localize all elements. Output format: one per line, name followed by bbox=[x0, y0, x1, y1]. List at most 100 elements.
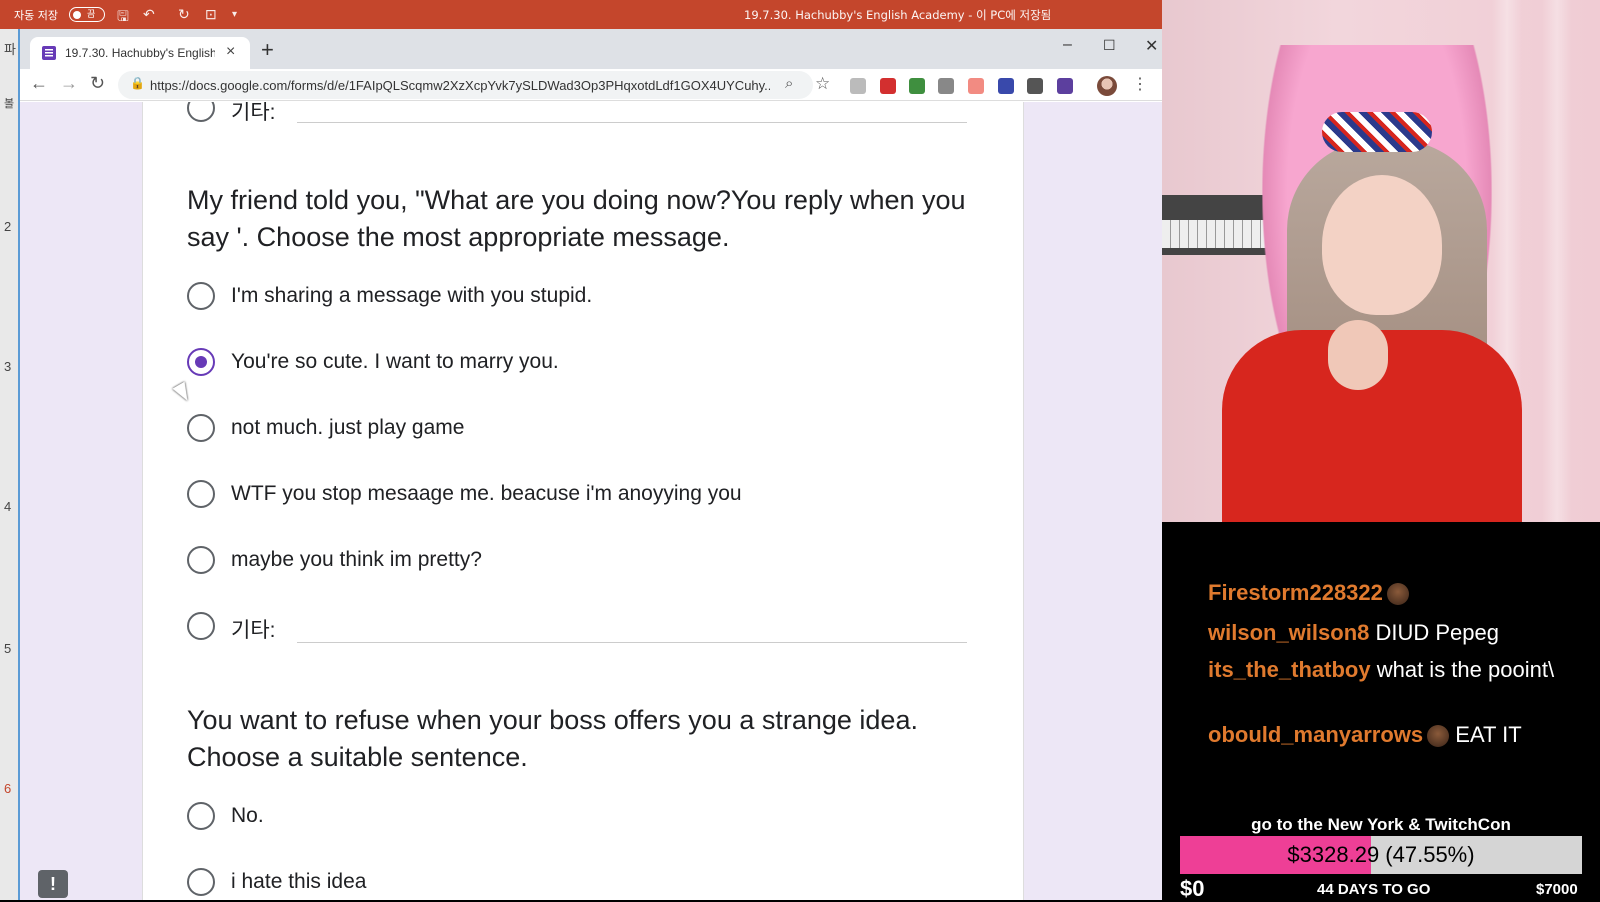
maximize-icon[interactable]: ☐ bbox=[1103, 37, 1116, 54]
url-text[interactable]: https://docs.google.com/forms/d/e/1FAIpQ… bbox=[150, 78, 770, 93]
star-icon[interactable]: ☆ bbox=[815, 74, 830, 94]
extension-icon[interactable] bbox=[850, 78, 866, 94]
question-title: You want to refuse when your boss offers… bbox=[187, 705, 918, 772]
option-label[interactable]: You're so cute. I want to marry you. bbox=[231, 350, 559, 374]
ruler-number: 5 bbox=[4, 641, 12, 656]
extension-icon[interactable] bbox=[968, 78, 984, 94]
reload-icon[interactable]: ↻ bbox=[90, 73, 105, 94]
streamer-hand bbox=[1328, 320, 1388, 390]
tab-strip: 19.7.30. Hachubby's English Academy × + … bbox=[20, 29, 1162, 69]
chat-message: its_the_thatboy what is the pooint\ bbox=[1208, 656, 1588, 684]
redo-icon[interactable]: ↻ bbox=[178, 6, 190, 23]
piano-keys bbox=[1162, 220, 1272, 248]
goal-title: go to the New York & TwitchCon bbox=[1251, 815, 1511, 834]
form-page: 기타: My friend told you, "What are you do… bbox=[20, 102, 1162, 900]
stream-overlay: Firestorm228322 wilson_wilson8 DIUD Pepe… bbox=[1162, 0, 1600, 901]
left-screen: 자동 저장 끔 🖫 ↶ ↻ ⊡ ▾ 19.7.30. Hachubby's En… bbox=[0, 0, 1162, 900]
streamer-face bbox=[1322, 175, 1442, 315]
emote-icon bbox=[1427, 725, 1450, 748]
other-label: 기타: bbox=[231, 619, 276, 642]
option-label[interactable]: maybe you think im pretty? bbox=[231, 548, 482, 572]
save-icon[interactable]: 🖫 bbox=[117, 6, 129, 30]
radio-other-top[interactable] bbox=[187, 102, 215, 122]
chat-username[interactable]: its_the_thatboy bbox=[1208, 657, 1371, 682]
option-label[interactable]: No. bbox=[231, 804, 264, 828]
goal-progress-bar: $3328.29 (47.55%) bbox=[1180, 836, 1582, 874]
tab-title: 19.7.30. Hachubby's English Academy bbox=[65, 46, 215, 60]
extension-icon[interactable] bbox=[880, 78, 896, 94]
back-icon[interactable]: ← bbox=[30, 73, 48, 94]
hair-bow bbox=[1322, 112, 1432, 152]
other-input[interactable] bbox=[297, 122, 967, 123]
radio-option-selected[interactable] bbox=[187, 348, 215, 376]
option-label[interactable]: WTF you stop mesaage me. beacuse i'm ano… bbox=[231, 482, 742, 506]
ruler-number: 2 bbox=[4, 219, 12, 234]
radio-option[interactable] bbox=[187, 414, 215, 442]
radio-option[interactable] bbox=[187, 802, 215, 830]
option-label[interactable]: not much. just play game bbox=[231, 416, 464, 440]
feedback-icon[interactable]: ! bbox=[38, 870, 68, 898]
webcam-feed bbox=[1162, 0, 1600, 522]
tab-google-form[interactable]: 19.7.30. Hachubby's English Academy × bbox=[30, 37, 250, 69]
radio-option[interactable] bbox=[187, 480, 215, 508]
chat-message: wilson_wilson8 DIUD Pepeg bbox=[1208, 619, 1588, 647]
side-mark: 볼 bbox=[4, 98, 15, 110]
option-label[interactable]: I'm sharing a message with you stupid. bbox=[231, 284, 592, 308]
undo-icon[interactable]: ↶ bbox=[143, 6, 155, 23]
minimize-icon[interactable]: – bbox=[1063, 36, 1072, 54]
radio-option[interactable] bbox=[187, 868, 215, 896]
radio-option[interactable] bbox=[187, 546, 215, 574]
window-close-icon[interactable]: ✕ bbox=[1145, 36, 1158, 56]
chat-username[interactable]: obould_manyarrows bbox=[1208, 722, 1423, 747]
ruler-number: 3 bbox=[4, 359, 12, 374]
chat-message: obould_manyarrows EAT IT bbox=[1208, 721, 1588, 749]
ruler-number: 4 bbox=[4, 499, 12, 514]
goal-amount: $3328.29 (47.55%) bbox=[1287, 842, 1475, 867]
lock-icon: 🔒 bbox=[130, 76, 145, 90]
emote-icon bbox=[1386, 583, 1409, 606]
profile-avatar[interactable] bbox=[1097, 76, 1117, 96]
menu-icon[interactable]: ⋮ bbox=[1132, 74, 1148, 94]
other-label: 기타: bbox=[231, 102, 276, 124]
goal-max: $7000 bbox=[1536, 881, 1578, 898]
forward-icon[interactable]: → bbox=[60, 73, 78, 94]
word-side-panel: 파 볼 2 3 4 5 6 bbox=[0, 29, 20, 900]
chat-username[interactable]: wilson_wilson8 bbox=[1208, 620, 1369, 645]
extension-icon[interactable] bbox=[938, 78, 954, 94]
office-title-bar: 자동 저장 끔 🖫 ↶ ↻ ⊡ ▾ 19.7.30. Hachubby's En… bbox=[0, 0, 1162, 29]
curtain bbox=[1542, 0, 1572, 522]
browser-toolbar: ← → ↻ 🔒 https://docs.google.com/forms/d/… bbox=[20, 69, 1162, 101]
question-title: My friend told you, "What are you doing … bbox=[187, 185, 966, 252]
document-title: 19.7.30. Hachubby's English Academy - 이 … bbox=[744, 8, 1052, 22]
browser-window: 19.7.30. Hachubby's English Academy × + … bbox=[20, 29, 1162, 900]
chat-username[interactable]: Firestorm228322 bbox=[1208, 580, 1383, 605]
other-input[interactable] bbox=[297, 642, 967, 643]
extension-icon[interactable] bbox=[1027, 78, 1043, 94]
customize-qat-icon[interactable]: ▾ bbox=[232, 9, 237, 20]
ruler-number: 6 bbox=[4, 781, 12, 796]
new-tab-icon[interactable]: + bbox=[261, 37, 274, 63]
chat-text: what is the pooint\ bbox=[1376, 657, 1555, 682]
present-icon[interactable]: ⊡ bbox=[205, 6, 217, 23]
goal-min: $0 bbox=[1180, 876, 1205, 901]
extension-icon[interactable] bbox=[909, 78, 925, 94]
chat-text: EAT IT bbox=[1455, 722, 1522, 747]
extension-icon[interactable] bbox=[998, 78, 1014, 94]
zoom-icon[interactable]: ⌕ bbox=[785, 75, 793, 92]
form-card: 기타: My friend told you, "What are you do… bbox=[142, 102, 1024, 900]
side-mark: 파 bbox=[4, 42, 16, 57]
chat-panel: Firestorm228322 wilson_wilson8 DIUD Pepe… bbox=[1162, 528, 1600, 808]
goal-days-left: 44 DAYS TO GO bbox=[1317, 881, 1431, 898]
option-label[interactable]: i hate this idea bbox=[231, 870, 366, 894]
autosave-state: 끔 bbox=[87, 10, 96, 20]
forms-favicon-icon bbox=[42, 46, 56, 60]
radio-other[interactable] bbox=[187, 612, 215, 640]
tab-close-icon[interactable]: × bbox=[226, 43, 235, 61]
autosave-toggle[interactable]: 끔 bbox=[69, 7, 105, 22]
extension-icon[interactable] bbox=[1057, 78, 1073, 94]
toggle-knob bbox=[73, 10, 81, 19]
autosave-label: 자동 저장 bbox=[14, 9, 58, 22]
radio-option[interactable] bbox=[187, 282, 215, 310]
chat-message: Firestorm228322 bbox=[1208, 579, 1588, 607]
address-bar[interactable]: 🔒 https://docs.google.com/forms/d/e/1FAI… bbox=[118, 71, 813, 99]
